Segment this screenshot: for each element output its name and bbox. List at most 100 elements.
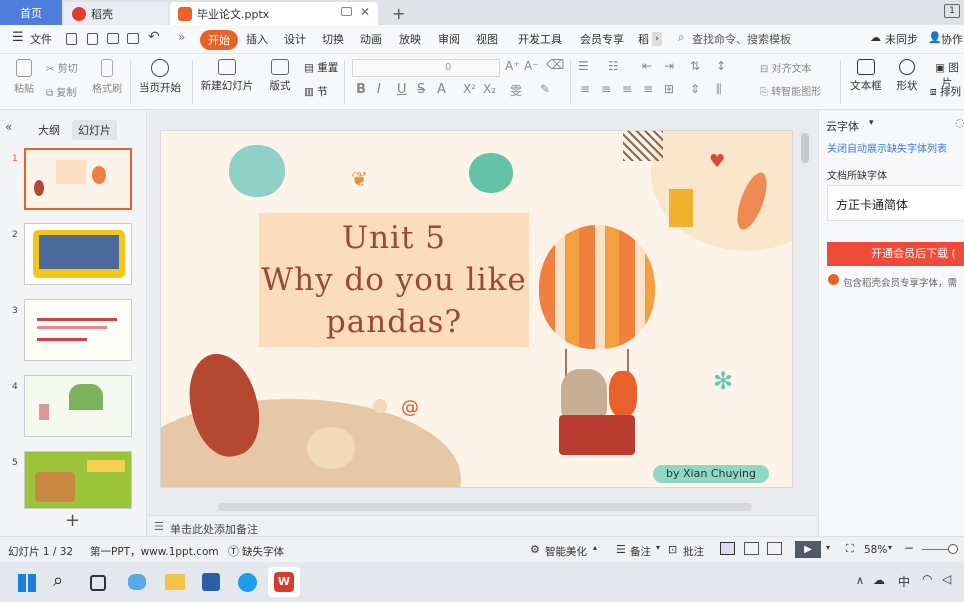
menu-review[interactable]: 审阅 (438, 31, 460, 47)
save-icon[interactable] (66, 33, 77, 45)
sync-status[interactable]: 未同步 (885, 31, 918, 47)
sorter-view-icon[interactable] (744, 542, 759, 555)
slide-thumbnail-3[interactable] (24, 299, 132, 361)
missing-font-status[interactable]: 缺失字体 (242, 544, 284, 559)
menu-file[interactable]: 文件 (30, 31, 52, 47)
paragraph-spacing-icon[interactable]: ⇕ (690, 82, 700, 96)
strikethrough-icon[interactable]: S (417, 82, 425, 97)
chevron-right-icon[interactable]: › (652, 32, 662, 46)
edge-browser-icon[interactable] (238, 573, 257, 592)
windows-start-icon[interactable] (18, 574, 36, 592)
section-button[interactable]: ▥ 节 (304, 84, 328, 99)
file-explorer-icon[interactable] (165, 574, 185, 590)
bullet-list-icon[interactable]: ☰ (578, 59, 589, 73)
bold-icon[interactable]: B (356, 82, 366, 97)
reading-view-icon[interactable] (767, 542, 782, 555)
distribute-icon[interactable]: ⊞ (664, 82, 674, 96)
highlight-icon[interactable]: ✎ (540, 82, 550, 96)
italic-icon[interactable]: I (377, 82, 381, 97)
justify-icon[interactable]: ≡ (643, 82, 653, 96)
zoom-level[interactable]: 58% (864, 544, 887, 556)
preview-icon[interactable] (127, 33, 139, 44)
print-icon[interactable] (107, 33, 119, 44)
tab-document[interactable]: 毕业论文.pptx ✕ (170, 2, 378, 25)
zoom-out-icon[interactable]: − (904, 541, 914, 555)
font-shrink-icon[interactable]: A⁻ (524, 59, 539, 73)
zoom-slider-handle[interactable] (948, 544, 958, 554)
align-left-icon[interactable]: ≡ (580, 82, 590, 96)
menu-developer[interactable]: 开发工具 (518, 31, 562, 47)
missing-font-item[interactable]: 方正卡通简体 (827, 185, 964, 221)
superscript-icon[interactable]: X² (463, 82, 476, 96)
horizontal-scrollbar[interactable] (218, 503, 752, 511)
wifi-icon[interactable]: ◠ (922, 572, 932, 586)
command-search[interactable]: 查找命令、搜索模板 (692, 31, 791, 47)
menu-docer[interactable]: 稻 (638, 31, 649, 47)
slide-thumbnail-2[interactable] (24, 223, 132, 285)
more-icon[interactable]: » (178, 30, 185, 44)
outdent-icon[interactable]: ⇥ (664, 59, 674, 73)
cloud-font-title[interactable]: 云字体 (826, 118, 859, 134)
align-right-icon[interactable]: ≡ (622, 82, 632, 96)
indent-icon[interactable]: ⇤ (642, 59, 652, 73)
tab-docer[interactable]: 稻壳 (64, 2, 168, 25)
menu-animation[interactable]: 动画 (360, 31, 382, 47)
tab-home[interactable]: 首页 (0, 0, 62, 25)
volume-icon[interactable]: ◁ (942, 572, 951, 586)
chevron-up-icon[interactable]: ∧ (856, 574, 864, 587)
font-grow-icon[interactable]: A⁺ (505, 59, 520, 73)
cut-button[interactable]: ✂ 剪切 (46, 60, 78, 75)
chat-icon[interactable]: ◌ (955, 116, 964, 129)
author-byline[interactable]: by Xian Chuying (653, 465, 769, 483)
search-icon[interactable]: ⌕ (53, 570, 63, 591)
play-from-current-button[interactable]: 当页开始 (136, 59, 184, 95)
hamburger-icon[interactable]: ☰ (12, 31, 24, 44)
outline-tab[interactable]: 大纲 (38, 122, 60, 138)
theme-name[interactable]: 第一PPT，www.1ppt.com (90, 544, 219, 559)
subscript-icon[interactable]: X₂ (483, 82, 496, 96)
play-slideshow-icon[interactable]: ▶ (795, 541, 821, 558)
line-spacing-icon[interactable]: ↕ (716, 59, 726, 73)
fit-window-icon[interactable]: ⛶ (846, 542, 854, 556)
task-view-icon[interactable] (90, 575, 106, 591)
normal-view-icon[interactable] (720, 542, 735, 555)
slide-thumbnail-5[interactable] (24, 451, 132, 509)
download-fonts-button[interactable]: 开通会员后下载 ( (827, 242, 964, 266)
vertical-scrollbar[interactable] (801, 111, 809, 536)
shape-button[interactable]: 形状 (892, 59, 922, 93)
slide-canvas[interactable]: ♥ ✻ ❦ @ Unit 5 Why do you like pandas? b… (160, 130, 793, 488)
comments-toggle[interactable]: 批注 (683, 544, 704, 559)
store-icon[interactable] (202, 573, 220, 591)
window-icon[interactable] (341, 7, 352, 16)
paste-button[interactable]: 粘贴 (10, 59, 38, 95)
layout-button[interactable]: 版式 (266, 59, 294, 93)
ime-indicator[interactable]: 中 (898, 573, 910, 590)
wps-app-button[interactable]: W (268, 567, 300, 597)
underline-icon[interactable]: U (397, 82, 407, 97)
menu-design[interactable]: 设计 (284, 31, 306, 47)
smart-beautify-button[interactable]: 智能美化 (545, 544, 587, 559)
export-icon[interactable] (87, 33, 98, 45)
text-direction-icon[interactable]: ⇅ (690, 59, 700, 73)
chevron-down-icon[interactable]: ▾ (869, 118, 874, 128)
menu-member[interactable]: 会员专享 (580, 31, 624, 47)
clear-format-icon[interactable]: ⌫ (546, 58, 564, 73)
slides-tab[interactable]: 幻灯片 (72, 120, 117, 140)
smart-art-button[interactable]: ⎘ 转智能图形 (760, 83, 821, 98)
phonetic-icon[interactable]: 雯 (510, 82, 522, 99)
collapse-panel-icon[interactable]: « (5, 120, 12, 134)
align-text-button[interactable]: ⊟ 对齐文本 (760, 60, 812, 75)
scrollbar-thumb[interactable] (801, 133, 809, 163)
arrange-button[interactable]: ⧈ 排列 (930, 84, 961, 99)
menu-start[interactable]: 开始 (200, 30, 238, 50)
reset-button[interactable]: ▤ 重置 (304, 60, 338, 75)
undo-icon[interactable]: ↶ (148, 29, 160, 45)
collab-button[interactable]: 协作 (941, 31, 963, 47)
new-slide-button[interactable]: 新建幻灯片 (200, 59, 254, 93)
add-slide-button[interactable]: + (65, 510, 80, 531)
window-count-icon[interactable]: 1 (944, 4, 960, 18)
close-tab-icon[interactable]: ✕ (360, 5, 370, 19)
cloud-icon[interactable]: ☁ (873, 573, 885, 587)
chevron-up-icon[interactable]: ▴ (593, 543, 597, 552)
slide-thumbnail-1[interactable] (24, 148, 132, 210)
